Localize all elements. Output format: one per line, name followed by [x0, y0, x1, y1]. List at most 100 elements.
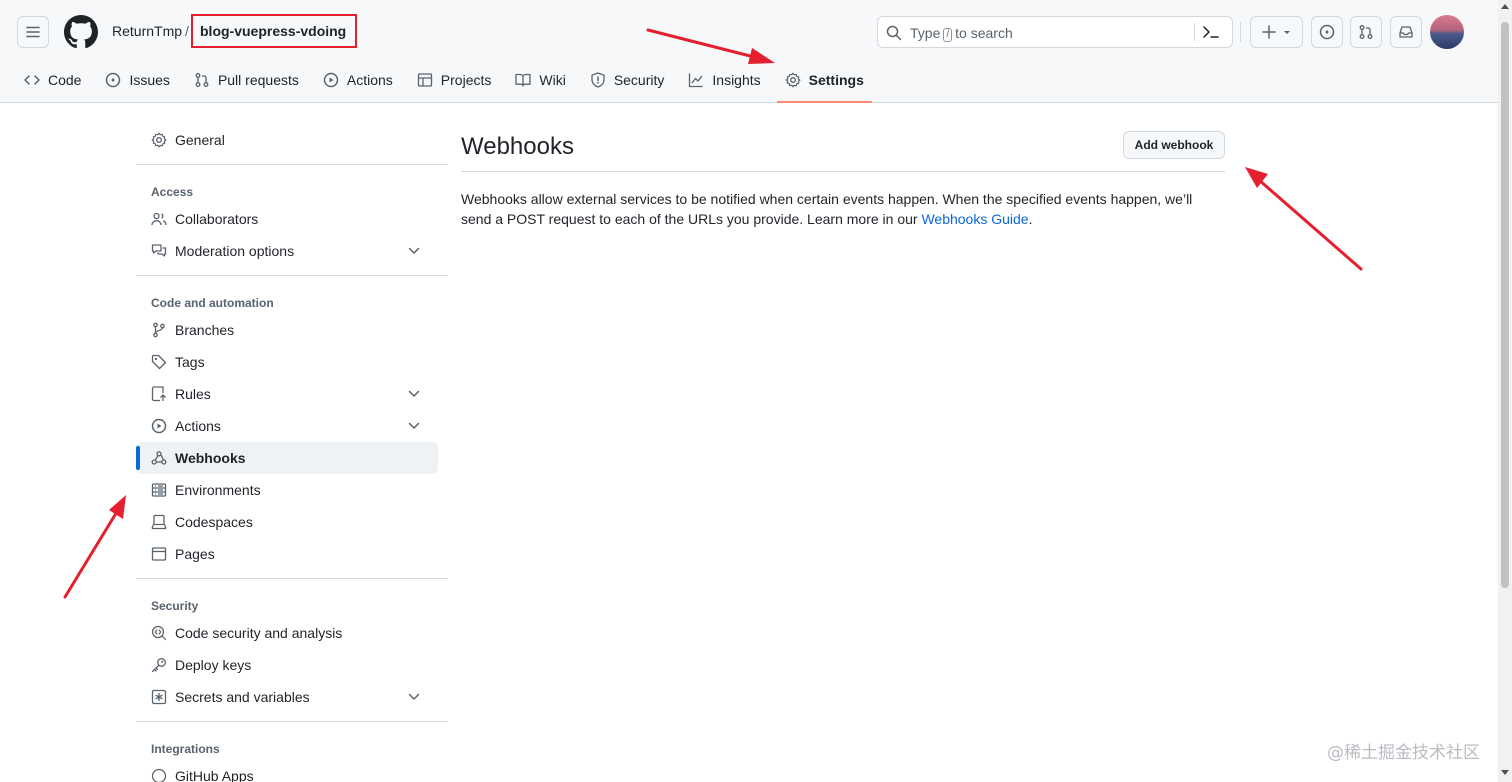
search-placeholder: Type / to search	[910, 25, 1013, 42]
settings-sidebar: General Access Collaborators Moderation …	[136, 124, 448, 782]
sidebar-item-rules[interactable]: Rules	[136, 378, 438, 410]
sidebar-item-github-apps[interactable]: GitHub Apps	[136, 760, 438, 782]
comment-discussion-icon	[151, 244, 167, 257]
tab-label: Code	[48, 72, 82, 88]
tab-settings[interactable]: Settings	[776, 60, 873, 103]
sidebar-divider	[136, 721, 448, 722]
tab-label: Settings	[808, 72, 864, 88]
sidebar-item-pages[interactable]: Pages	[136, 538, 438, 570]
chevron-down-icon	[408, 422, 420, 429]
scroll-thumb[interactable]	[1501, 22, 1509, 588]
arrow-to-add-webhook	[1245, 167, 1363, 271]
sidebar-item-label: Code security and analysis	[175, 625, 343, 641]
issue-opened-icon	[1319, 24, 1335, 40]
sidebar-heading-code-automation: Code and automation	[151, 296, 274, 310]
avatar[interactable]	[1430, 15, 1464, 49]
webhooks-guide-link[interactable]: Webhooks Guide	[921, 211, 1028, 227]
sidebar-item-label: Codespaces	[175, 514, 253, 530]
command-palette-icon[interactable]	[1202, 24, 1220, 40]
search-icon	[886, 25, 902, 41]
search-input[interactable]: Type / to search	[877, 16, 1233, 48]
sidebar-item-label: Webhooks	[175, 450, 246, 466]
pull-requests-button[interactable]	[1350, 16, 1382, 48]
tab-actions[interactable]: Actions	[315, 60, 401, 100]
key-icon	[151, 658, 166, 673]
sidebar-item-label: Branches	[175, 322, 235, 338]
tab-wiki[interactable]: Wiki	[507, 60, 573, 100]
tab-code[interactable]: Code	[16, 60, 89, 100]
tab-insights[interactable]: Insights	[680, 60, 768, 100]
sidebar-item-deploy-keys[interactable]: Deploy keys	[136, 649, 438, 681]
tab-projects[interactable]: Projects	[409, 60, 500, 100]
tab-label: Security	[613, 72, 665, 88]
sidebar-item-actions[interactable]: Actions	[136, 410, 438, 442]
sidebar-item-label: Deploy keys	[175, 657, 252, 673]
tab-label: Insights	[712, 72, 761, 88]
webhooks-description: Webhooks allow external services to be n…	[461, 189, 1225, 229]
webhook-icon	[151, 451, 167, 465]
tab-label: Issues	[129, 72, 170, 88]
inbox-icon	[1399, 26, 1413, 38]
scroll-down-arrow-icon[interactable]	[1501, 770, 1509, 775]
repo-nav-tabs: Code Issues Pull requests Actions Projec…	[16, 60, 880, 103]
create-new-button[interactable]	[1250, 16, 1303, 48]
tab-issues[interactable]: Issues	[97, 60, 177, 100]
sidebar-item-code-security[interactable]: Code security and analysis	[136, 617, 438, 649]
people-icon	[151, 212, 167, 226]
git-pull-request-icon	[1359, 25, 1373, 39]
server-icon	[151, 483, 167, 497]
gear-icon	[151, 132, 167, 148]
git-branch-icon	[153, 322, 165, 338]
scroll-up-arrow-icon[interactable]	[1501, 4, 1509, 9]
sidebar-item-label: Environments	[175, 482, 261, 498]
sidebar-item-secrets-variables[interactable]: Secrets and variables	[136, 681, 438, 713]
search-divider	[1194, 23, 1195, 41]
tab-pull-requests[interactable]: Pull requests	[186, 60, 307, 100]
sidebar-item-webhooks[interactable]: Webhooks	[136, 442, 438, 474]
add-webhook-button[interactable]: Add webhook	[1123, 131, 1225, 159]
sidebar-heading-access: Access	[151, 185, 194, 199]
shield-icon	[591, 72, 605, 88]
description-text: Webhooks allow external services to be n…	[461, 191, 1193, 227]
menu-button[interactable]	[17, 16, 49, 48]
description-end: .	[1028, 211, 1033, 227]
sidebar-item-tags[interactable]: Tags	[136, 346, 438, 378]
chevron-down-icon	[408, 390, 420, 397]
issue-icon	[106, 72, 121, 88]
sidebar-item-collaborators[interactable]: Collaborators	[136, 203, 438, 235]
sidebar-heading-integrations: Integrations	[151, 742, 220, 756]
watermark-text: @稀土掘金技术社区	[1327, 743, 1480, 763]
pull-request-icon	[195, 73, 209, 87]
book-icon	[515, 73, 532, 87]
apps-icon	[151, 768, 167, 782]
page-scrollbar[interactable]	[1498, 0, 1512, 782]
header-divider	[1240, 22, 1241, 42]
sidebar-item-codespaces[interactable]: Codespaces	[136, 506, 438, 538]
title-divider	[461, 171, 1225, 172]
inbox-button[interactable]	[1390, 16, 1422, 48]
repo-owner-link[interactable]: ReturnTmp	[112, 23, 182, 39]
repo-name-link[interactable]: blog-vuepress-vdoing	[200, 23, 346, 39]
chevron-down-icon	[408, 247, 420, 254]
sidebar-item-label: General	[175, 132, 225, 148]
sidebar-item-label: GitHub Apps	[175, 768, 254, 782]
sidebar-item-label: Collaborators	[175, 211, 259, 227]
codespaces-icon	[151, 514, 167, 530]
repo-push-icon	[151, 386, 166, 402]
triangle-down-icon	[1283, 31, 1290, 34]
sidebar-item-environments[interactable]: Environments	[136, 474, 438, 506]
sidebar-item-general[interactable]: General	[136, 124, 438, 156]
tab-label: Pull requests	[217, 72, 299, 88]
sidebar-item-label: Rules	[175, 386, 211, 402]
sidebar-item-label: Moderation options	[175, 243, 295, 259]
sidebar-item-moderation-options[interactable]: Moderation options	[136, 235, 438, 267]
tab-security[interactable]: Security	[582, 60, 673, 100]
arrow-to-webhooks-menu	[63, 495, 126, 599]
issues-button[interactable]	[1311, 16, 1343, 48]
sidebar-item-branches[interactable]: Branches	[136, 314, 438, 346]
github-logo-icon[interactable]	[64, 15, 98, 49]
tab-label: Projects	[440, 72, 492, 88]
sidebar-item-label: Secrets and variables	[175, 689, 310, 705]
plus-icon	[1261, 25, 1276, 39]
tag-icon	[151, 354, 167, 370]
